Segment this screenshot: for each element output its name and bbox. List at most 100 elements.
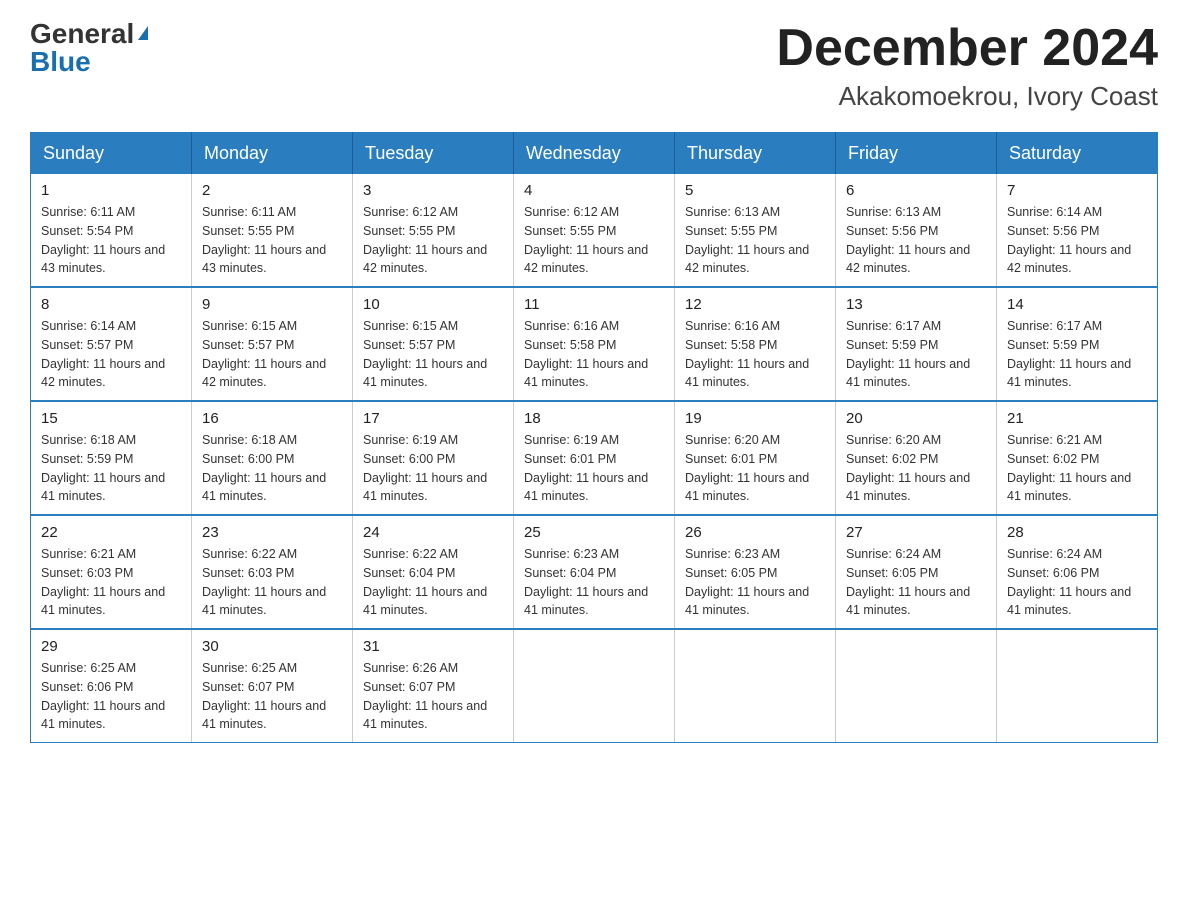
daylight-label: Daylight: 11 hours and 42 minutes. bbox=[363, 243, 487, 276]
calendar-day-cell bbox=[514, 629, 675, 743]
daylight-label: Daylight: 11 hours and 41 minutes. bbox=[202, 585, 326, 618]
day-info: Sunrise: 6:17 AM Sunset: 5:59 PM Dayligh… bbox=[846, 317, 986, 392]
weekday-header-saturday: Saturday bbox=[997, 133, 1158, 175]
weekday-header-friday: Friday bbox=[836, 133, 997, 175]
day-number: 11 bbox=[524, 296, 664, 313]
day-number: 25 bbox=[524, 524, 664, 541]
sunset-label: Sunset: 6:04 PM bbox=[524, 566, 616, 580]
weekday-header-thursday: Thursday bbox=[675, 133, 836, 175]
sunset-label: Sunset: 6:04 PM bbox=[363, 566, 455, 580]
weekday-header-sunday: Sunday bbox=[31, 133, 192, 175]
calendar-day-cell: 22 Sunrise: 6:21 AM Sunset: 6:03 PM Dayl… bbox=[31, 515, 192, 629]
daylight-label: Daylight: 11 hours and 42 minutes. bbox=[1007, 243, 1131, 276]
calendar-day-cell: 18 Sunrise: 6:19 AM Sunset: 6:01 PM Dayl… bbox=[514, 401, 675, 515]
sunrise-label: Sunrise: 6:21 AM bbox=[1007, 433, 1102, 447]
sunrise-label: Sunrise: 6:19 AM bbox=[363, 433, 458, 447]
logo: General Blue bbox=[30, 20, 148, 76]
calendar-week-row: 15 Sunrise: 6:18 AM Sunset: 5:59 PM Dayl… bbox=[31, 401, 1158, 515]
calendar-day-cell: 9 Sunrise: 6:15 AM Sunset: 5:57 PM Dayli… bbox=[192, 287, 353, 401]
day-number: 2 bbox=[202, 182, 342, 199]
weekday-header-tuesday: Tuesday bbox=[353, 133, 514, 175]
day-number: 1 bbox=[41, 182, 181, 199]
day-info: Sunrise: 6:11 AM Sunset: 5:54 PM Dayligh… bbox=[41, 203, 181, 278]
calendar-day-cell: 4 Sunrise: 6:12 AM Sunset: 5:55 PM Dayli… bbox=[514, 174, 675, 287]
day-number: 24 bbox=[363, 524, 503, 541]
sunrise-label: Sunrise: 6:11 AM bbox=[41, 205, 135, 219]
sunset-label: Sunset: 5:59 PM bbox=[41, 452, 133, 466]
day-info: Sunrise: 6:26 AM Sunset: 6:07 PM Dayligh… bbox=[363, 659, 503, 734]
calendar-day-cell bbox=[675, 629, 836, 743]
sunrise-label: Sunrise: 6:25 AM bbox=[202, 661, 297, 675]
day-info: Sunrise: 6:20 AM Sunset: 6:02 PM Dayligh… bbox=[846, 431, 986, 506]
day-info: Sunrise: 6:25 AM Sunset: 6:07 PM Dayligh… bbox=[202, 659, 342, 734]
calendar-day-cell: 29 Sunrise: 6:25 AM Sunset: 6:06 PM Dayl… bbox=[31, 629, 192, 743]
calendar-day-cell: 30 Sunrise: 6:25 AM Sunset: 6:07 PM Dayl… bbox=[192, 629, 353, 743]
calendar-day-cell: 8 Sunrise: 6:14 AM Sunset: 5:57 PM Dayli… bbox=[31, 287, 192, 401]
daylight-label: Daylight: 11 hours and 41 minutes. bbox=[363, 357, 487, 390]
sunset-label: Sunset: 5:56 PM bbox=[846, 224, 938, 238]
daylight-label: Daylight: 11 hours and 42 minutes. bbox=[685, 243, 809, 276]
day-info: Sunrise: 6:11 AM Sunset: 5:55 PM Dayligh… bbox=[202, 203, 342, 278]
location-title: Akakomoekrou, Ivory Coast bbox=[776, 81, 1158, 112]
daylight-label: Daylight: 11 hours and 41 minutes. bbox=[685, 471, 809, 504]
calendar-day-cell: 10 Sunrise: 6:15 AM Sunset: 5:57 PM Dayl… bbox=[353, 287, 514, 401]
calendar-day-cell: 15 Sunrise: 6:18 AM Sunset: 5:59 PM Dayl… bbox=[31, 401, 192, 515]
daylight-label: Daylight: 11 hours and 43 minutes. bbox=[41, 243, 165, 276]
sunset-label: Sunset: 5:58 PM bbox=[524, 338, 616, 352]
sunrise-label: Sunrise: 6:17 AM bbox=[1007, 319, 1102, 333]
daylight-label: Daylight: 11 hours and 41 minutes. bbox=[202, 699, 326, 732]
sunrise-label: Sunrise: 6:13 AM bbox=[685, 205, 780, 219]
calendar-day-cell: 14 Sunrise: 6:17 AM Sunset: 5:59 PM Dayl… bbox=[997, 287, 1158, 401]
sunrise-label: Sunrise: 6:14 AM bbox=[41, 319, 136, 333]
sunset-label: Sunset: 6:03 PM bbox=[41, 566, 133, 580]
calendar-week-row: 8 Sunrise: 6:14 AM Sunset: 5:57 PM Dayli… bbox=[31, 287, 1158, 401]
sunset-label: Sunset: 6:02 PM bbox=[846, 452, 938, 466]
sunrise-label: Sunrise: 6:22 AM bbox=[363, 547, 458, 561]
day-number: 21 bbox=[1007, 410, 1147, 427]
sunset-label: Sunset: 6:00 PM bbox=[202, 452, 294, 466]
calendar-table: SundayMondayTuesdayWednesdayThursdayFrid… bbox=[30, 132, 1158, 743]
sunset-label: Sunset: 6:00 PM bbox=[363, 452, 455, 466]
page-header: General Blue December 2024 Akakomoekrou,… bbox=[30, 20, 1158, 112]
calendar-day-cell: 25 Sunrise: 6:23 AM Sunset: 6:04 PM Dayl… bbox=[514, 515, 675, 629]
day-info: Sunrise: 6:12 AM Sunset: 5:55 PM Dayligh… bbox=[363, 203, 503, 278]
sunset-label: Sunset: 6:05 PM bbox=[685, 566, 777, 580]
day-info: Sunrise: 6:14 AM Sunset: 5:56 PM Dayligh… bbox=[1007, 203, 1147, 278]
sunset-label: Sunset: 6:05 PM bbox=[846, 566, 938, 580]
title-area: December 2024 Akakomoekrou, Ivory Coast bbox=[776, 20, 1158, 112]
sunrise-label: Sunrise: 6:26 AM bbox=[363, 661, 458, 675]
calendar-day-cell: 31 Sunrise: 6:26 AM Sunset: 6:07 PM Dayl… bbox=[353, 629, 514, 743]
daylight-label: Daylight: 11 hours and 41 minutes. bbox=[846, 471, 970, 504]
daylight-label: Daylight: 11 hours and 41 minutes. bbox=[363, 471, 487, 504]
sunset-label: Sunset: 5:55 PM bbox=[363, 224, 455, 238]
day-info: Sunrise: 6:24 AM Sunset: 6:05 PM Dayligh… bbox=[846, 545, 986, 620]
sunrise-label: Sunrise: 6:11 AM bbox=[202, 205, 296, 219]
daylight-label: Daylight: 11 hours and 41 minutes. bbox=[363, 585, 487, 618]
sunrise-label: Sunrise: 6:16 AM bbox=[685, 319, 780, 333]
sunrise-label: Sunrise: 6:12 AM bbox=[524, 205, 619, 219]
daylight-label: Daylight: 11 hours and 42 minutes. bbox=[524, 243, 648, 276]
daylight-label: Daylight: 11 hours and 41 minutes. bbox=[524, 585, 648, 618]
day-number: 4 bbox=[524, 182, 664, 199]
calendar-day-cell: 3 Sunrise: 6:12 AM Sunset: 5:55 PM Dayli… bbox=[353, 174, 514, 287]
day-info: Sunrise: 6:19 AM Sunset: 6:01 PM Dayligh… bbox=[524, 431, 664, 506]
sunset-label: Sunset: 5:55 PM bbox=[685, 224, 777, 238]
day-info: Sunrise: 6:15 AM Sunset: 5:57 PM Dayligh… bbox=[202, 317, 342, 392]
daylight-label: Daylight: 11 hours and 41 minutes. bbox=[1007, 357, 1131, 390]
sunset-label: Sunset: 5:55 PM bbox=[524, 224, 616, 238]
sunset-label: Sunset: 5:59 PM bbox=[1007, 338, 1099, 352]
day-number: 14 bbox=[1007, 296, 1147, 313]
day-number: 28 bbox=[1007, 524, 1147, 541]
day-number: 8 bbox=[41, 296, 181, 313]
daylight-label: Daylight: 11 hours and 41 minutes. bbox=[41, 699, 165, 732]
daylight-label: Daylight: 11 hours and 42 minutes. bbox=[41, 357, 165, 390]
day-info: Sunrise: 6:16 AM Sunset: 5:58 PM Dayligh… bbox=[524, 317, 664, 392]
calendar-day-cell bbox=[997, 629, 1158, 743]
calendar-day-cell: 17 Sunrise: 6:19 AM Sunset: 6:00 PM Dayl… bbox=[353, 401, 514, 515]
day-info: Sunrise: 6:13 AM Sunset: 5:55 PM Dayligh… bbox=[685, 203, 825, 278]
daylight-label: Daylight: 11 hours and 41 minutes. bbox=[685, 585, 809, 618]
calendar-day-cell: 11 Sunrise: 6:16 AM Sunset: 5:58 PM Dayl… bbox=[514, 287, 675, 401]
sunrise-label: Sunrise: 6:19 AM bbox=[524, 433, 619, 447]
sunset-label: Sunset: 6:03 PM bbox=[202, 566, 294, 580]
day-info: Sunrise: 6:23 AM Sunset: 6:04 PM Dayligh… bbox=[524, 545, 664, 620]
